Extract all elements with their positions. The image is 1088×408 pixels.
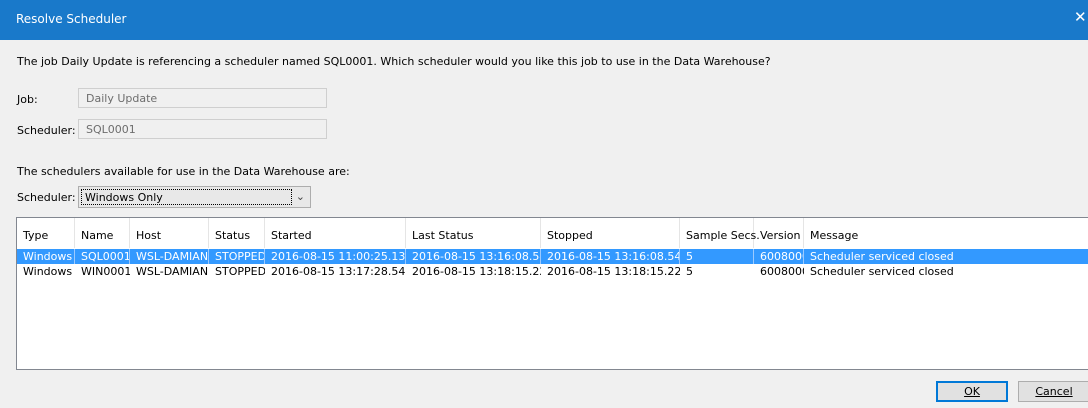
table-cell: 2016-08-15 13:17:28.540 <box>271 265 406 278</box>
table-row[interactable]: Windows SQL0001 WSL-DAMIAN STOPPED 2016-08-1… <box>17 249 1088 264</box>
scheduler-filter-label: Scheduler: <box>17 191 76 204</box>
table-cell: 2016-08-15 13:16:08.540 <box>406 249 541 264</box>
table-cell: 6008000 <box>754 249 804 264</box>
ok-button[interactable]: OK <box>936 381 1008 402</box>
title-bar: Resolve Scheduler ✕ <box>0 0 1088 40</box>
table-cell: SQL0001 <box>75 249 130 264</box>
table-cell: STOPPED <box>215 265 265 278</box>
column-header[interactable]: Type <box>17 218 75 248</box>
available-schedulers-text: The schedulers available for use in the … <box>17 165 350 178</box>
table-cell: 6008000 <box>760 265 804 278</box>
table-cell: 2016-08-15 13:18:15.223 <box>412 265 541 278</box>
column-header[interactable]: Version <box>754 218 804 248</box>
table-cell: 5 <box>686 265 693 278</box>
column-header[interactable]: Name <box>75 218 130 248</box>
table-cell: STOPPED <box>209 249 265 264</box>
table-cell: WSL-DAMIAN <box>130 249 209 264</box>
table-cell: WIN0001 <box>81 265 130 278</box>
column-header[interactable]: Status <box>209 218 265 248</box>
column-header[interactable]: Message <box>804 218 1088 248</box>
column-header[interactable]: Stopped <box>541 218 680 248</box>
column-header[interactable]: Sample Secs. <box>680 218 760 248</box>
table-row[interactable]: Windows WIN0001 WSL-DAMIAN STOPPED 2016-08-1… <box>17 264 1088 279</box>
scheduler-table[interactable]: Type Name Host Status Started Last Status Stop… <box>16 217 1088 370</box>
table-cell: WSL-DAMIAN <box>136 265 209 278</box>
table-cell: 2016-08-15 13:18:15.223 <box>547 265 680 278</box>
table-cell: 5 <box>680 249 754 264</box>
table-cell: 2016-08-15 11:00:25.137 <box>265 249 406 264</box>
table-cell: Windows <box>17 249 75 264</box>
column-header[interactable]: Started <box>265 218 406 248</box>
scheduler-label: Scheduler: <box>17 124 76 137</box>
close-icon[interactable]: ✕ <box>1074 8 1088 26</box>
column-header[interactable]: Host <box>130 218 209 248</box>
table-cell: Scheduler serviced closed <box>810 265 954 278</box>
window-title: Resolve Scheduler <box>16 12 127 26</box>
column-header[interactable]: Last Status <box>406 218 541 248</box>
table-cell: Windows <box>23 265 73 278</box>
cancel-button[interactable]: Cancel <box>1018 381 1088 402</box>
table-cell: Scheduler serviced closed <box>804 249 1088 264</box>
table-header: Type Name Host Status Started Last Status Stop… <box>17 218 1088 248</box>
scheduler-filter-value: Windows Only <box>81 189 292 205</box>
table-cell: 2016-08-15 13:16:08.540 <box>541 249 680 264</box>
job-label: Job: <box>17 93 38 106</box>
scheduler-field: SQL0001 <box>78 119 327 139</box>
scheduler-filter-dropdown[interactable]: Windows Only ⌄ <box>78 186 311 208</box>
chevron-down-icon: ⌄ <box>295 190 305 203</box>
job-field: Daily Update <box>78 88 327 108</box>
prompt-text: The job Daily Update is referencing a sc… <box>17 55 771 68</box>
